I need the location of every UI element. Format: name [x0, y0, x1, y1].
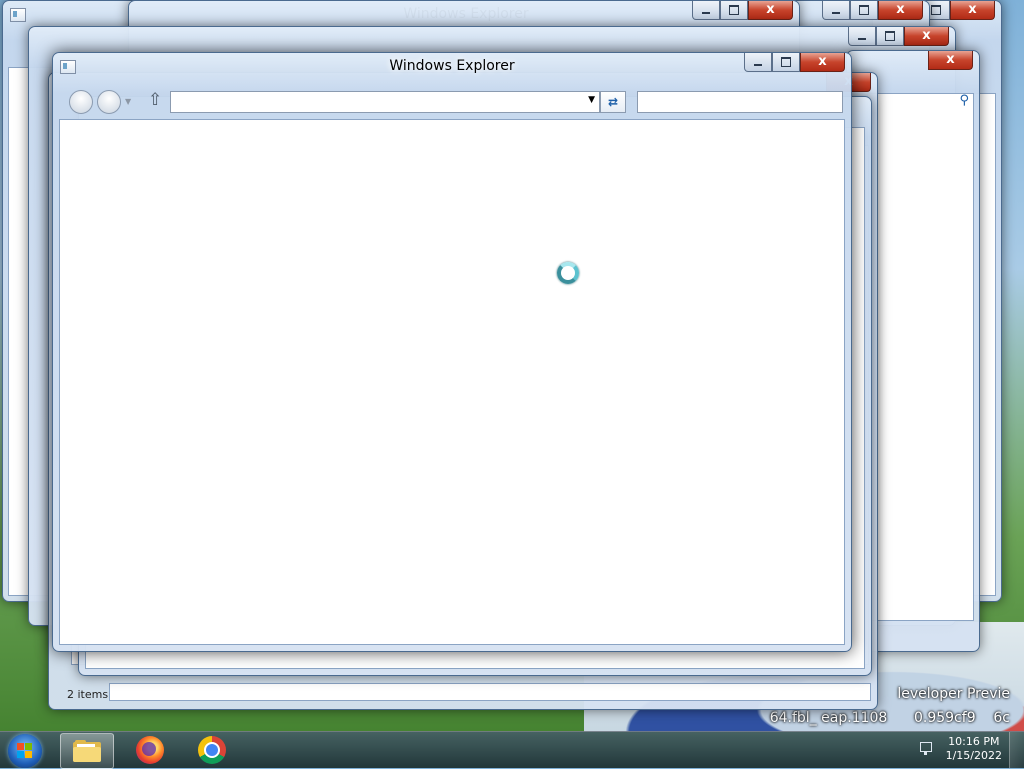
minimize-button[interactable] — [848, 27, 876, 46]
taskbar-item-chrome[interactable] — [186, 733, 238, 767]
network-icon[interactable] — [920, 742, 934, 756]
forward-button[interactable] — [97, 90, 121, 114]
caption-buttons: x — [928, 51, 973, 70]
caption-buttons: x — [692, 1, 793, 20]
status-bar — [109, 683, 871, 701]
recent-pages-dropdown[interactable]: ▼ — [125, 97, 131, 106]
up-arrow-icon[interactable]: ⇧ — [148, 90, 162, 110]
address-dropdown-icon[interactable]: ▼ — [588, 95, 595, 105]
desktop-watermark-version: 64.fbl_ eap.1108 0.959cf9 6c — [769, 710, 1010, 726]
search-input[interactable] — [637, 91, 843, 113]
caption-buttons: x — [848, 27, 949, 46]
close-button[interactable]: x — [800, 53, 845, 72]
minimize-button[interactable] — [692, 1, 720, 20]
caption-buttons: x — [744, 53, 845, 72]
maximize-button[interactable] — [720, 1, 748, 20]
close-button[interactable]: x — [950, 1, 995, 20]
maximize-button[interactable] — [850, 1, 878, 20]
folder-icon — [73, 740, 101, 762]
clock[interactable]: 10:16 PM 1/15/2022 — [946, 735, 1002, 763]
taskbar-item-firefox[interactable] — [124, 733, 176, 767]
loading-spinner-icon — [557, 262, 579, 284]
start-button[interactable] — [8, 734, 42, 768]
refresh-icon[interactable]: ⇄ — [600, 91, 626, 113]
windows-logo-icon — [17, 743, 33, 759]
window-client-area — [867, 93, 974, 621]
desktop-watermark-build: leveloper Previe — [897, 686, 1010, 702]
close-button[interactable]: x — [904, 27, 949, 46]
back-button[interactable] — [69, 90, 93, 114]
clock-time: 10:16 PM — [948, 735, 1000, 748]
maximize-button[interactable] — [772, 53, 800, 72]
window-title: Windows Explorer — [389, 58, 515, 74]
close-button[interactable]: x — [928, 51, 973, 70]
show-desktop-button[interactable] — [1009, 732, 1024, 768]
window-client-area — [59, 119, 845, 645]
clock-date: 1/15/2022 — [945, 749, 1002, 762]
taskbar-item-windows-explorer[interactable] — [60, 733, 114, 769]
firefox-icon — [136, 736, 164, 764]
minimize-button[interactable] — [744, 53, 772, 72]
close-button[interactable]: x — [748, 1, 793, 20]
minimize-button[interactable] — [822, 1, 850, 20]
maximize-button[interactable] — [876, 27, 904, 46]
explorer-window-active[interactable]: Windows Explorer x ▼ ⇧ ▼ ⇄ — [52, 52, 852, 652]
address-bar[interactable]: ▼ — [170, 91, 600, 113]
status-bar-item-count: 2 items — [67, 688, 109, 701]
chrome-icon — [198, 736, 226, 764]
notification-area: 10:16 PM 1/15/2022 — [914, 732, 1024, 768]
caption-buttons: x — [822, 1, 923, 20]
taskbar: 10:16 PM 1/15/2022 — [0, 731, 1024, 769]
search-icon[interactable]: ⚲ — [959, 93, 969, 108]
close-button[interactable]: x — [878, 1, 923, 20]
